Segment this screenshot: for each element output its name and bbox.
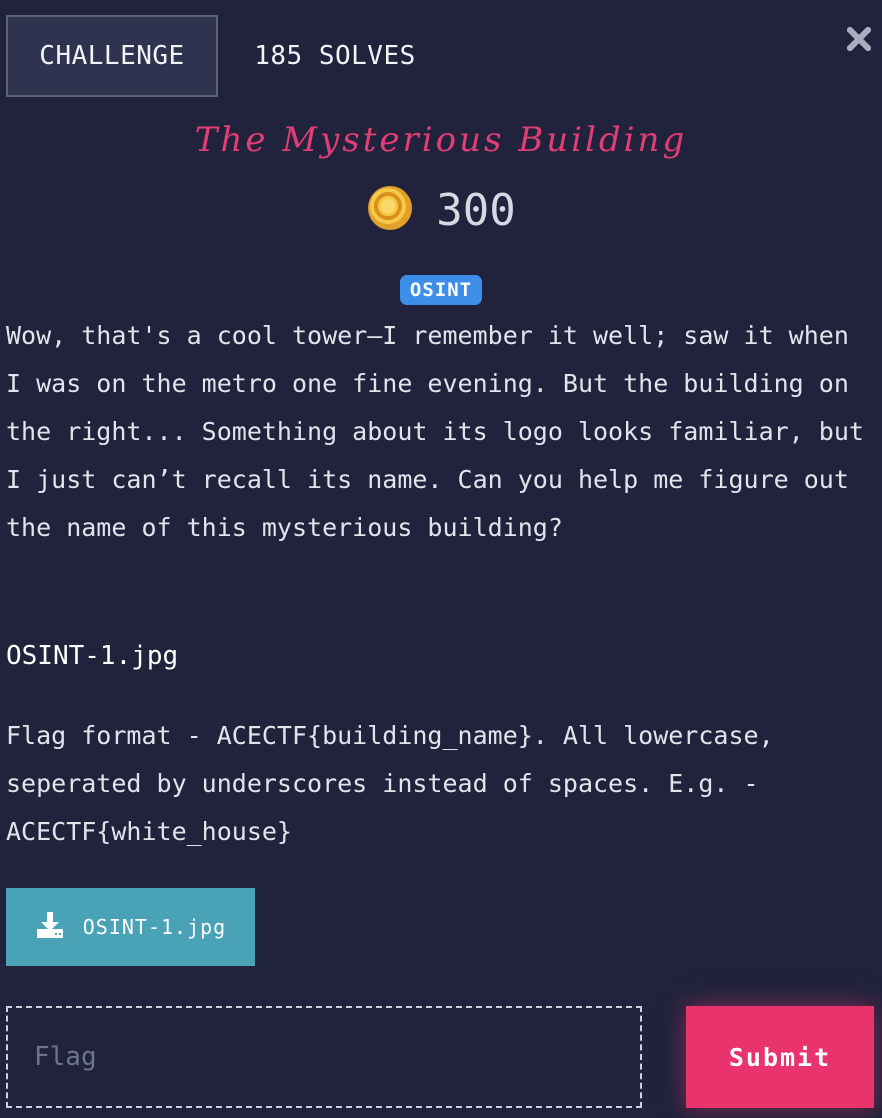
challenge-title: The Mysterious Building bbox=[194, 120, 688, 160]
challenge-description: Wow, that's a cool tower—I remember it w… bbox=[6, 321, 864, 542]
flag-format-text: Flag format - ACECTF{building_name}. All… bbox=[6, 721, 774, 846]
category-badge: OSINT bbox=[399, 275, 483, 305]
points-value: 300 bbox=[436, 184, 516, 236]
tab-solves[interactable]: 185 SOLVES bbox=[230, 15, 440, 97]
gold-coin-icon bbox=[366, 184, 414, 236]
download-label: OSINT-1.jpg bbox=[82, 915, 227, 939]
tab-challenge-label: CHALLENGE bbox=[39, 41, 185, 71]
attachment-filename: OSINT-1.jpg bbox=[6, 641, 179, 671]
download-icon bbox=[35, 910, 65, 945]
points-display: 300 bbox=[0, 184, 882, 236]
close-icon[interactable] bbox=[844, 24, 874, 54]
tab-solves-label: 185 SOLVES bbox=[254, 41, 416, 71]
tab-challenge[interactable]: CHALLENGE bbox=[6, 15, 218, 97]
submit-button[interactable]: Submit bbox=[686, 1006, 874, 1108]
download-button[interactable]: OSINT-1.jpg bbox=[6, 888, 255, 966]
flag-input[interactable] bbox=[6, 1006, 642, 1108]
